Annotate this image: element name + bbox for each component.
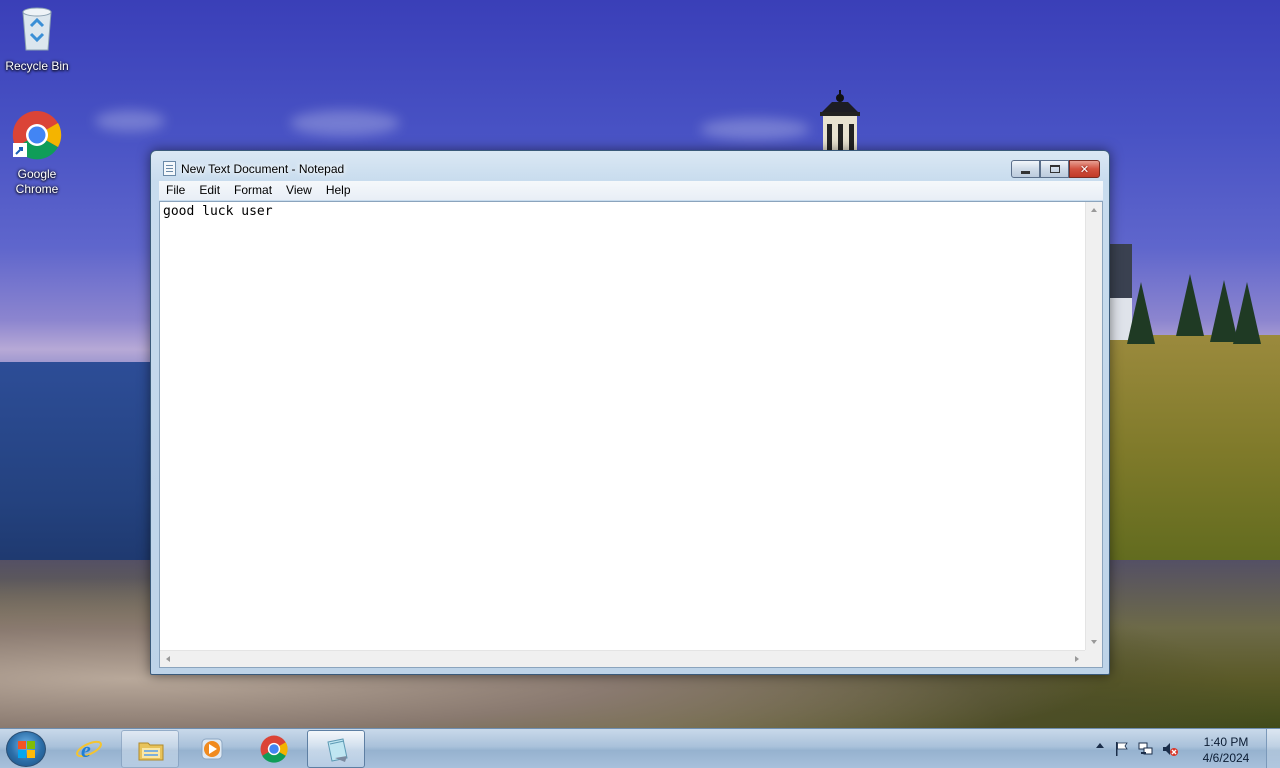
folder-icon xyxy=(138,742,164,761)
wallpaper-tree xyxy=(1233,282,1261,344)
wallpaper-tree xyxy=(1127,282,1155,344)
recycle-bin-icon xyxy=(22,7,52,51)
show-hidden-icons-icon[interactable] xyxy=(1096,743,1104,748)
taskbar-internet-explorer[interactable]: e xyxy=(60,730,118,768)
internet-explorer-icon: e xyxy=(76,737,102,762)
system-tray: 1:40 PM 4/6/2024 xyxy=(1090,729,1280,768)
close-button[interactable]: ✕ xyxy=(1069,160,1100,178)
wallpaper-cloud xyxy=(290,110,400,136)
wallpaper-cloud xyxy=(95,110,165,132)
windows-start-icon xyxy=(18,741,36,759)
media-player-icon xyxy=(201,738,223,760)
desktop-icon-google-chrome[interactable]: Google Chrome xyxy=(2,110,72,197)
maximize-icon xyxy=(1041,161,1068,177)
minimize-button[interactable] xyxy=(1011,160,1040,178)
action-center-flag-icon[interactable] xyxy=(1114,741,1130,757)
text-editor-area[interactable]: good luck user xyxy=(162,204,1084,648)
clock-time: 1:40 PM xyxy=(1203,735,1249,749)
svg-text:e: e xyxy=(81,737,91,762)
taskbar-google-chrome[interactable] xyxy=(245,730,303,768)
scroll-right-icon[interactable] xyxy=(1075,656,1079,662)
desktop-icon-recycle-bin[interactable]: Recycle Bin xyxy=(2,6,72,74)
vertical-scrollbar[interactable] xyxy=(1085,202,1102,650)
horizontal-scrollbar[interactable] xyxy=(160,650,1085,667)
desktop-icon-label: Recycle Bin xyxy=(5,59,69,73)
scroll-down-icon[interactable] xyxy=(1091,640,1097,644)
menu-edit[interactable]: Edit xyxy=(192,181,227,200)
scroll-left-icon[interactable] xyxy=(166,656,170,662)
wallpaper-cloud xyxy=(700,118,810,140)
window-controls: ✕ xyxy=(1011,160,1100,178)
notepad-window[interactable]: New Text Document - Notepad ✕ File Edit … xyxy=(150,150,1110,675)
clock-date: 4/6/2024 xyxy=(1202,751,1250,765)
minimize-icon xyxy=(1012,161,1039,177)
menu-view[interactable]: View xyxy=(279,181,319,200)
menu-bar: File Edit Format View Help xyxy=(159,181,1103,200)
desktop-icon-label: Google Chrome xyxy=(15,167,59,196)
editor: good luck user xyxy=(159,201,1103,668)
taskbar: e 1:40 PM 4/6/2024 xyxy=(0,728,1280,768)
resize-grip-icon[interactable] xyxy=(1085,650,1102,667)
notepad-icon xyxy=(163,161,176,176)
show-desktop-button[interactable] xyxy=(1266,729,1280,768)
taskbar-media-player[interactable] xyxy=(183,730,241,768)
menu-format[interactable]: Format xyxy=(227,181,279,200)
maximize-button[interactable] xyxy=(1040,160,1069,178)
taskbar-notepad[interactable] xyxy=(307,730,365,768)
clock[interactable]: 1:40 PM 4/6/2024 xyxy=(1196,734,1256,766)
start-button[interactable] xyxy=(6,731,46,767)
scroll-up-icon[interactable] xyxy=(1091,208,1097,212)
taskbar-windows-explorer[interactable] xyxy=(121,730,179,768)
chrome-icon xyxy=(260,735,288,763)
volume-muted-icon[interactable] xyxy=(1162,741,1178,757)
lighthouse-icon xyxy=(820,90,860,152)
title-bar[interactable]: New Text Document - Notepad ✕ xyxy=(151,151,1109,181)
menu-help[interactable]: Help xyxy=(319,181,358,200)
wallpaper-tree xyxy=(1176,274,1204,336)
chrome-icon xyxy=(12,110,62,160)
menu-file[interactable]: File xyxy=(159,181,192,200)
network-icon[interactable] xyxy=(1138,741,1154,757)
notepad-icon xyxy=(327,738,348,762)
close-icon: ✕ xyxy=(1079,163,1090,176)
window-title: New Text Document - Notepad xyxy=(181,162,345,176)
